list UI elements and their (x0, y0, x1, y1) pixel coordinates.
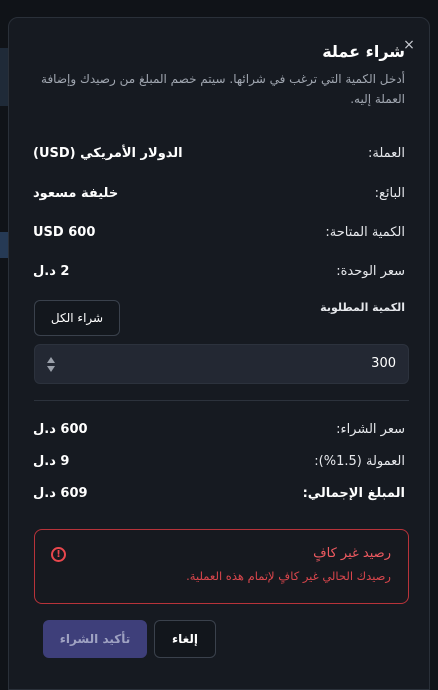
purchase-price-row: سعر الشراء: 600 د.ل (33, 422, 405, 442)
available-value: USD 600 (33, 225, 96, 240)
alert-title: رصيد غير كافٍ (313, 546, 391, 561)
commission-value: 9 د.ل (33, 454, 70, 469)
cancel-button[interactable]: إلغاء (154, 620, 216, 658)
available-label: الكمية المتاحة: (325, 225, 405, 240)
quantity-stepper[interactable] (45, 355, 57, 375)
quantity-label: الكمية المطلوبة (320, 301, 405, 314)
backdrop-strip (0, 232, 8, 258)
unit-price-row: سعر الوحدة: 2 د.ل (33, 264, 405, 284)
chevron-up-icon[interactable] (47, 357, 55, 363)
alert-message: رصيدك الحالي غير كافٍ لإتمام هذه العملية… (186, 569, 391, 583)
quantity-input[interactable]: 300 (34, 344, 409, 384)
unit-price-value: 2 د.ل (33, 264, 70, 279)
divider (34, 400, 409, 401)
alert-circle-icon: ! (51, 547, 66, 562)
currency-row: العملة: الدولار الأمريكي (USD) (33, 146, 405, 166)
total-value: 609 د.ل (33, 486, 88, 501)
total-row: المبلغ الإجمالي: 609 د.ل (33, 486, 405, 506)
unit-price-label: سعر الوحدة: (336, 264, 405, 279)
seller-row: البائع: خليفة مسعود (33, 186, 405, 206)
insufficient-balance-alert: ! رصيد غير كافٍ رصيدك الحالي غير كافٍ لإ… (34, 529, 409, 604)
confirm-purchase-button[interactable]: تأكيد الشراء (43, 620, 147, 658)
seller-value: خليفة مسعود (33, 186, 119, 201)
backdrop-strip (0, 48, 8, 106)
chevron-down-icon[interactable] (47, 366, 55, 372)
commission-row: العمولة (1.5%): 9 د.ل (33, 454, 405, 474)
dialog-title: شراء عملة (322, 42, 405, 61)
currency-label: العملة: (367, 146, 405, 161)
seller-label: البائع: (374, 186, 405, 201)
commission-label: العمولة (1.5%): (314, 454, 405, 469)
purchase-price-value: 600 د.ل (33, 422, 88, 437)
buy-all-button[interactable]: شراء الكل (34, 300, 120, 336)
available-row: الكمية المتاحة: USD 600 (33, 225, 405, 245)
dialog-description: أدخل الكمية التي ترغب في شرائها. سيتم خص… (41, 72, 405, 106)
total-label: المبلغ الإجمالي: (302, 486, 405, 501)
buy-currency-dialog: × شراء عملة أدخل الكمية التي ترغب في شرا… (8, 17, 430, 690)
currency-value: الدولار الأمريكي (USD) (33, 146, 183, 161)
quantity-value: 300 (371, 356, 396, 371)
purchase-price-label: سعر الشراء: (336, 422, 405, 437)
